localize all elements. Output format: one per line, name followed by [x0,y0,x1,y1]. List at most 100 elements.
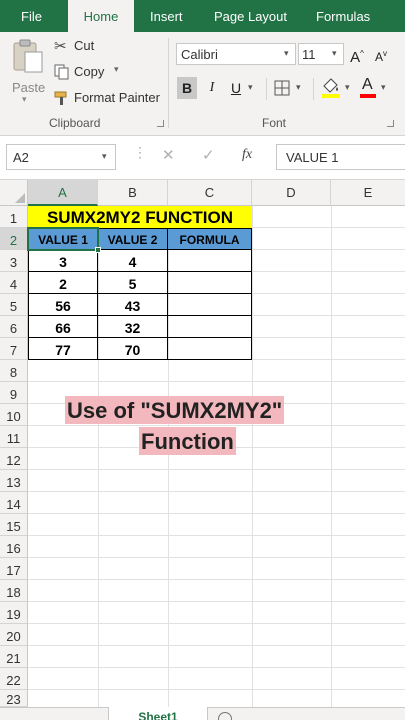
underline-button[interactable]: U [226,77,246,99]
row-header[interactable]: 13 [0,470,28,492]
bold-button[interactable]: B [177,77,197,99]
row-header[interactable]: 18 [0,580,28,602]
copy-icon [54,64,69,80]
underline-dropdown-icon[interactable]: ▾ [248,82,253,93]
table-cell[interactable]: 77 [28,338,98,360]
borders-button[interactable]: ▾ [274,80,308,100]
copy-dropdown-icon[interactable]: ▾ [114,64,119,75]
row-header[interactable]: 4 [0,272,28,294]
font-color-dropdown-icon[interactable]: ▾ [381,82,386,93]
row-header[interactable]: 6 [0,316,28,338]
tab-home[interactable]: Home [68,0,134,32]
row-header[interactable]: 16 [0,536,28,558]
table-cell[interactable]: 5 [98,272,168,294]
table-cell[interactable]: 2 [28,272,98,294]
row-header[interactable]: 1 [0,206,28,228]
active-cell-outline [27,227,99,251]
row-header[interactable]: 9 [0,382,28,404]
table-cell[interactable] [168,272,252,294]
row-header[interactable]: 14 [0,492,28,514]
row-header[interactable]: 15 [0,514,28,536]
table-cell[interactable]: 43 [98,294,168,316]
font-color-icon: A [362,76,373,93]
table-cell[interactable]: 32 [98,316,168,338]
formula-input-value: VALUE 1 [286,150,339,165]
font-group-label: Font [262,116,287,130]
table-cell[interactable]: 66 [28,316,98,338]
table-cell[interactable] [168,294,252,316]
table-cell[interactable] [168,338,252,360]
paste-dropdown-icon[interactable]: ▾ [22,94,27,105]
table-cell[interactable] [168,250,252,272]
increase-font-size-button[interactable]: A^ [347,43,367,66]
name-box[interactable]: A2 ▾ [6,144,116,170]
increase-font-size-icon: A [350,49,361,66]
row-header[interactable]: 20 [0,624,28,646]
paste-button[interactable]: Paste ▾ [8,36,48,106]
corner-select-all[interactable] [0,180,28,206]
table-cell[interactable]: 4 [98,250,168,272]
row-header[interactable]: 2 [0,228,28,250]
cut-label: Cut [74,38,95,53]
paste-label: Paste [12,80,46,95]
name-box-value: A2 [13,150,29,165]
row-header[interactable]: 3 [0,250,28,272]
gridline [28,557,405,558]
gridline [28,579,405,580]
table-cell[interactable]: 56 [28,294,98,316]
row-header[interactable]: 21 [0,646,28,668]
row-header[interactable]: 10 [0,404,28,426]
decrease-font-size-button[interactable]: Av [371,43,391,65]
table-header-cell[interactable]: FORMULA [168,228,252,250]
fill-handle[interactable] [95,247,101,253]
row-header[interactable]: 23 [0,690,28,707]
row-header[interactable]: 22 [0,668,28,690]
gridline [28,513,405,514]
sheet-tab-active[interactable]: Sheet1 [108,707,208,720]
insert-function-icon[interactable]: fx [242,147,252,163]
row-header[interactable]: 11 [0,426,28,448]
table-header-cell[interactable]: VALUE 2 [98,228,168,250]
table-cell[interactable] [168,316,252,338]
clipboard-dialog-launcher-icon[interactable] [157,120,164,127]
row-header[interactable]: 19 [0,602,28,624]
font-name-dropdown-icon[interactable]: ▾ [284,48,289,59]
copy-button[interactable]: Copy ▾ [54,62,126,82]
add-sheet-button[interactable] [218,712,232,720]
font-dialog-launcher-icon[interactable] [387,120,394,127]
tab-formulas[interactable]: Formulas [316,0,370,32]
tab-page-layout[interactable]: Page Layout [214,0,287,32]
table-cell[interactable]: 70 [98,338,168,360]
enter-icon[interactable]: ✓ [202,146,215,164]
column-header-b[interactable]: B [98,180,168,206]
cut-button[interactable]: ✂ Cut [54,36,104,56]
column-header-d[interactable]: D [252,180,331,206]
font-color-button[interactable]: A ▾ [359,76,393,102]
cancel-icon[interactable]: ✕ [162,146,175,164]
format-painter-button[interactable]: Format Painter [54,88,164,108]
font-name-select[interactable]: Calibri ▾ [176,43,296,65]
gridline [28,491,405,492]
row-header[interactable]: 5 [0,294,28,316]
fill-color-dropdown-icon[interactable]: ▾ [345,82,350,93]
column-header-c[interactable]: C [168,180,252,206]
sheet-title-cell[interactable]: SUMX2MY2 FUNCTION [28,206,252,228]
font-size-select[interactable]: 11 ▾ [298,43,344,65]
fill-color-button[interactable]: ▾ [321,76,355,102]
row-header[interactable]: 12 [0,448,28,470]
font-size-dropdown-icon[interactable]: ▾ [332,48,337,59]
column-header-e[interactable]: E [331,180,405,206]
formula-input[interactable]: VALUE 1 [276,144,405,170]
row-header[interactable]: 8 [0,360,28,382]
name-box-dropdown-icon[interactable]: ▾ [102,151,107,162]
italic-button[interactable]: I [202,77,222,99]
tab-insert[interactable]: Insert [150,0,183,32]
column-header-a[interactable]: A [28,180,98,206]
tab-file[interactable]: File [21,0,42,32]
borders-dropdown-icon[interactable]: ▾ [296,82,301,93]
table-cell[interactable]: 3 [28,250,98,272]
font-color-swatch [360,94,376,98]
row-header[interactable]: 7 [0,338,28,360]
row-header[interactable]: 17 [0,558,28,580]
more-icon: ⋮ [133,144,147,160]
